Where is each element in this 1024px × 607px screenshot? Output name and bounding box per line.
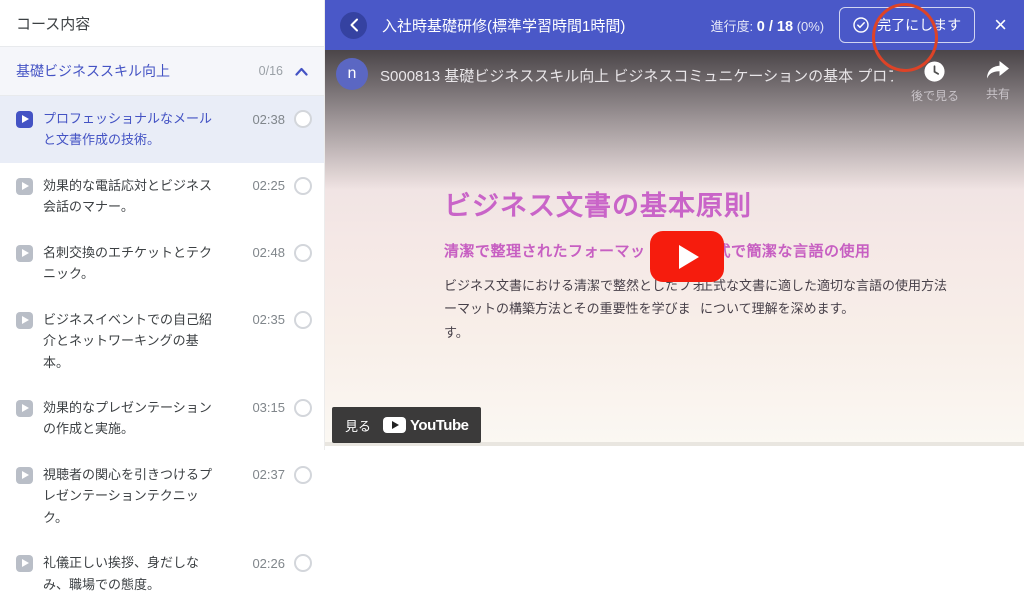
chevron-up-icon[interactable] <box>295 67 308 76</box>
lesson-duration: 02:38 <box>252 112 285 127</box>
course-player-panel: 入社時基礎研修(標準学習時間1時間) 進行度: 0 / 18 (0%) 完了にし… <box>325 0 1024 450</box>
section-header[interactable]: 基礎ビジネススキル向上 0/16 <box>0 47 324 96</box>
section-label: 基礎ビジネススキル向上 <box>16 61 259 81</box>
mark-complete-label: 完了にします <box>877 15 961 35</box>
course-topbar: 入社時基礎研修(標準学習時間1時間) 進行度: 0 / 18 (0%) 完了にし… <box>325 0 1024 50</box>
slide-column-heading: 正式で簡潔な言語の使用 <box>700 240 948 261</box>
lesson-list: プロフェッショナルなメールと文書作成の技術。 02:38 効果的な電話応対とビジ… <box>0 96 324 607</box>
completion-checkbox[interactable] <box>294 554 312 572</box>
progress-percent: (0%) <box>797 19 824 34</box>
completion-checkbox[interactable] <box>294 177 312 195</box>
video-header: n S000813 基礎ビジネススキル向上 ビジネスコミュニケーションの基本 プ… <box>325 50 1024 104</box>
progress-indicator: 進行度: 0 / 18 (0%) <box>711 16 825 35</box>
lesson-duration: 03:15 <box>252 400 285 415</box>
lesson-duration: 02:48 <box>252 245 285 260</box>
lesson-duration: 02:35 <box>252 312 285 327</box>
watch-later-button[interactable]: 後で見る <box>911 60 959 104</box>
mark-complete-button[interactable]: 完了にします <box>839 7 975 43</box>
completion-checkbox[interactable] <box>294 110 312 128</box>
youtube-wordmark: YouTube <box>410 417 468 434</box>
channel-avatar[interactable]: n <box>336 58 368 90</box>
course-title: 入社時基礎研修(標準学習時間1時間) <box>382 15 625 36</box>
clock-icon <box>923 60 946 83</box>
slide-column-body: 正式な文書に適した適切な言語の使用方法について理解を深めます。 <box>700 274 948 321</box>
watch-on-youtube-badge[interactable]: 見る YouTube <box>332 407 481 443</box>
youtube-play-button[interactable] <box>650 231 724 282</box>
lesson-item[interactable]: 効果的な電話応対とビジネス会話のマナー。 02:25 <box>0 163 324 230</box>
check-circle-icon <box>853 17 869 33</box>
progress-value: 0 / 18 <box>757 19 793 35</box>
completion-checkbox[interactable] <box>294 244 312 262</box>
video-play-icon <box>16 555 33 572</box>
video-play-icon <box>16 400 33 417</box>
slide-column-right: 正式で簡潔な言語の使用 正式な文書に適した適切な言語の使用方法について理解を深め… <box>700 240 948 321</box>
completion-checkbox[interactable] <box>294 399 312 417</box>
lesson-title: 視聴者の関心を引きつけるプレゼンテーションテクニック。 <box>43 464 217 528</box>
youtube-play-icon <box>383 417 406 433</box>
lesson-title: 効果的なプレゼンテーションの作成と実施。 <box>43 397 217 440</box>
share-button[interactable]: 共有 <box>986 60 1010 104</box>
close-icon[interactable]: × <box>992 14 1009 36</box>
lesson-duration: 02:37 <box>252 467 285 482</box>
video-play-icon <box>16 467 33 484</box>
completion-checkbox[interactable] <box>294 311 312 329</box>
video-play-icon <box>16 111 33 128</box>
completion-checkbox[interactable] <box>294 466 312 484</box>
lesson-item[interactable]: 礼儀正しい挨拶、身だしなみ、職場での態度。 02:26 <box>0 540 324 607</box>
youtube-player[interactable]: n S000813 基礎ビジネススキル向上 ビジネスコミュニケーションの基本 プ… <box>325 50 1024 446</box>
slide-title: ビジネス文書の基本原則 <box>444 184 752 223</box>
watch-on-label: 見る <box>345 416 371 435</box>
lesson-title: 効果的な電話応対とビジネス会話のマナー。 <box>43 175 217 218</box>
section-progress-count: 0/16 <box>259 64 283 78</box>
video-play-icon <box>16 312 33 329</box>
slide-column-body: ビジネス文書における清潔で整然としたフォーマットの構築方法とその重要性を学びます… <box>444 274 704 344</box>
lesson-duration: 02:26 <box>252 556 285 571</box>
lesson-item[interactable]: プロフェッショナルなメールと文書作成の技術。 02:38 <box>0 96 324 163</box>
lesson-title: プロフェッショナルなメールと文書作成の技術。 <box>43 108 217 151</box>
progress-label: 進行度: <box>711 19 754 34</box>
video-play-icon <box>16 245 33 262</box>
lesson-item[interactable]: ビジネスイベントでの自己紹介とネットワーキングの基本。 02:35 <box>0 297 324 385</box>
back-button[interactable] <box>340 12 367 39</box>
lesson-title: ビジネスイベントでの自己紹介とネットワーキングの基本。 <box>43 309 217 373</box>
video-title[interactable]: S000813 基礎ビジネススキル向上 ビジネスコミュニケーションの基本 プロフ… <box>380 65 893 86</box>
lesson-item[interactable]: 名刺交換のエチケットとテクニック。 02:48 <box>0 230 324 297</box>
lesson-item[interactable]: 視聴者の関心を引きつけるプレゼンテーションテクニック。 02:37 <box>0 452 324 540</box>
youtube-logo: YouTube <box>383 417 468 434</box>
share-label: 共有 <box>986 85 1010 102</box>
sidebar-title: コース内容 <box>0 0 324 47</box>
share-arrow-icon <box>986 60 1010 81</box>
lesson-title: 礼儀正しい挨拶、身だしなみ、職場での態度。 <box>43 552 217 595</box>
lesson-title: 名刺交換のエチケットとテクニック。 <box>43 242 217 285</box>
video-play-icon <box>16 178 33 195</box>
lesson-item[interactable]: 効果的なプレゼンテーションの作成と実施。 03:15 <box>0 385 324 452</box>
lesson-duration: 02:25 <box>252 178 285 193</box>
watch-later-label: 後で見る <box>911 87 959 104</box>
course-sidebar: コース内容 基礎ビジネススキル向上 0/16 プロフェッショナルなメールと文書作… <box>0 0 325 450</box>
